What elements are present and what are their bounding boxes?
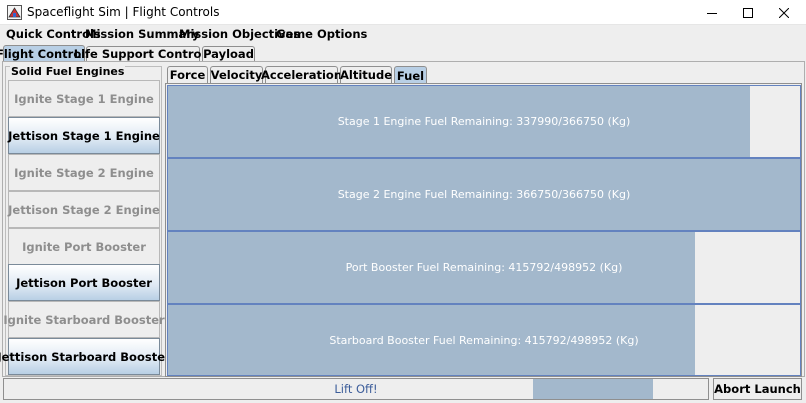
tab-payload[interactable]: Payload <box>202 46 255 61</box>
ignite-starboard-booster-button[interactable]: Ignite Starboard Booster <box>3 301 165 338</box>
tab-fuel[interactable]: Fuel <box>394 66 427 84</box>
stage-1-fuel-bar: Stage 1 Engine Fuel Remaining: 337990/36… <box>167 85 801 158</box>
launch-status-bar: Lift Off! <box>3 378 709 400</box>
starboard-booster-fuel-bar: Starboard Booster Fuel Remaining: 415792… <box>167 304 801 376</box>
status-text: Lift Off! <box>334 382 378 396</box>
tab-life-support-controls[interactable]: Life Support Controls <box>74 46 212 61</box>
tab-velocity[interactable]: Velocity <box>210 66 263 83</box>
jettison-stage-2-button[interactable]: Jettison Stage 2 Engine <box>8 191 160 228</box>
tab-altitude[interactable]: Altitude <box>340 66 392 83</box>
menu-bar: Quick Controls Mission Summary Mission O… <box>0 25 806 45</box>
close-icon <box>779 7 789 18</box>
ignite-stage-2-button[interactable]: Ignite Stage 2 Engine <box>8 154 160 191</box>
fuel-label: Stage 2 Engine Fuel Remaining: 366750/36… <box>337 188 631 201</box>
maximize-icon <box>743 7 753 18</box>
app-icon <box>7 5 22 20</box>
title-bar[interactable]: Spaceflight Sim | Flight Controls <box>0 0 806 25</box>
abort-launch-button[interactable]: Abort Launch <box>713 378 802 400</box>
close-button[interactable] <box>762 0 806 25</box>
jettison-port-booster-button[interactable]: Jettison Port Booster <box>8 264 160 301</box>
port-booster-fuel-bar: Port Booster Fuel Remaining: 415792/4989… <box>167 231 801 304</box>
minimize-icon <box>707 12 717 14</box>
tab-flight-controls[interactable]: Flight Controls <box>0 45 92 62</box>
fuel-label: Stage 1 Engine Fuel Remaining: 337990/36… <box>337 115 631 128</box>
group-title: Solid Fuel Engines <box>10 65 126 78</box>
tab-acceleration[interactable]: Acceleration <box>261 66 342 83</box>
jettison-stage-1-button[interactable]: Jettison Stage 1 Engine <box>8 117 160 154</box>
stage-2-fuel-bar: Stage 2 Engine Fuel Remaining: 366750/36… <box>167 158 801 231</box>
jettison-starboard-booster-button[interactable]: Jettison Starboard Booster <box>0 338 171 375</box>
ignite-port-booster-button[interactable]: Ignite Port Booster <box>8 228 160 265</box>
ignite-stage-1-button[interactable]: Ignite Stage 1 Engine <box>8 80 160 117</box>
fuel-label: Port Booster Fuel Remaining: 415792/4989… <box>345 261 623 274</box>
menu-game-options[interactable]: Game Options <box>276 27 367 41</box>
window-title: Spaceflight Sim | Flight Controls <box>27 5 220 19</box>
fuel-label: Starboard Booster Fuel Remaining: 415792… <box>329 333 639 347</box>
tab-force[interactable]: Force <box>167 66 208 83</box>
